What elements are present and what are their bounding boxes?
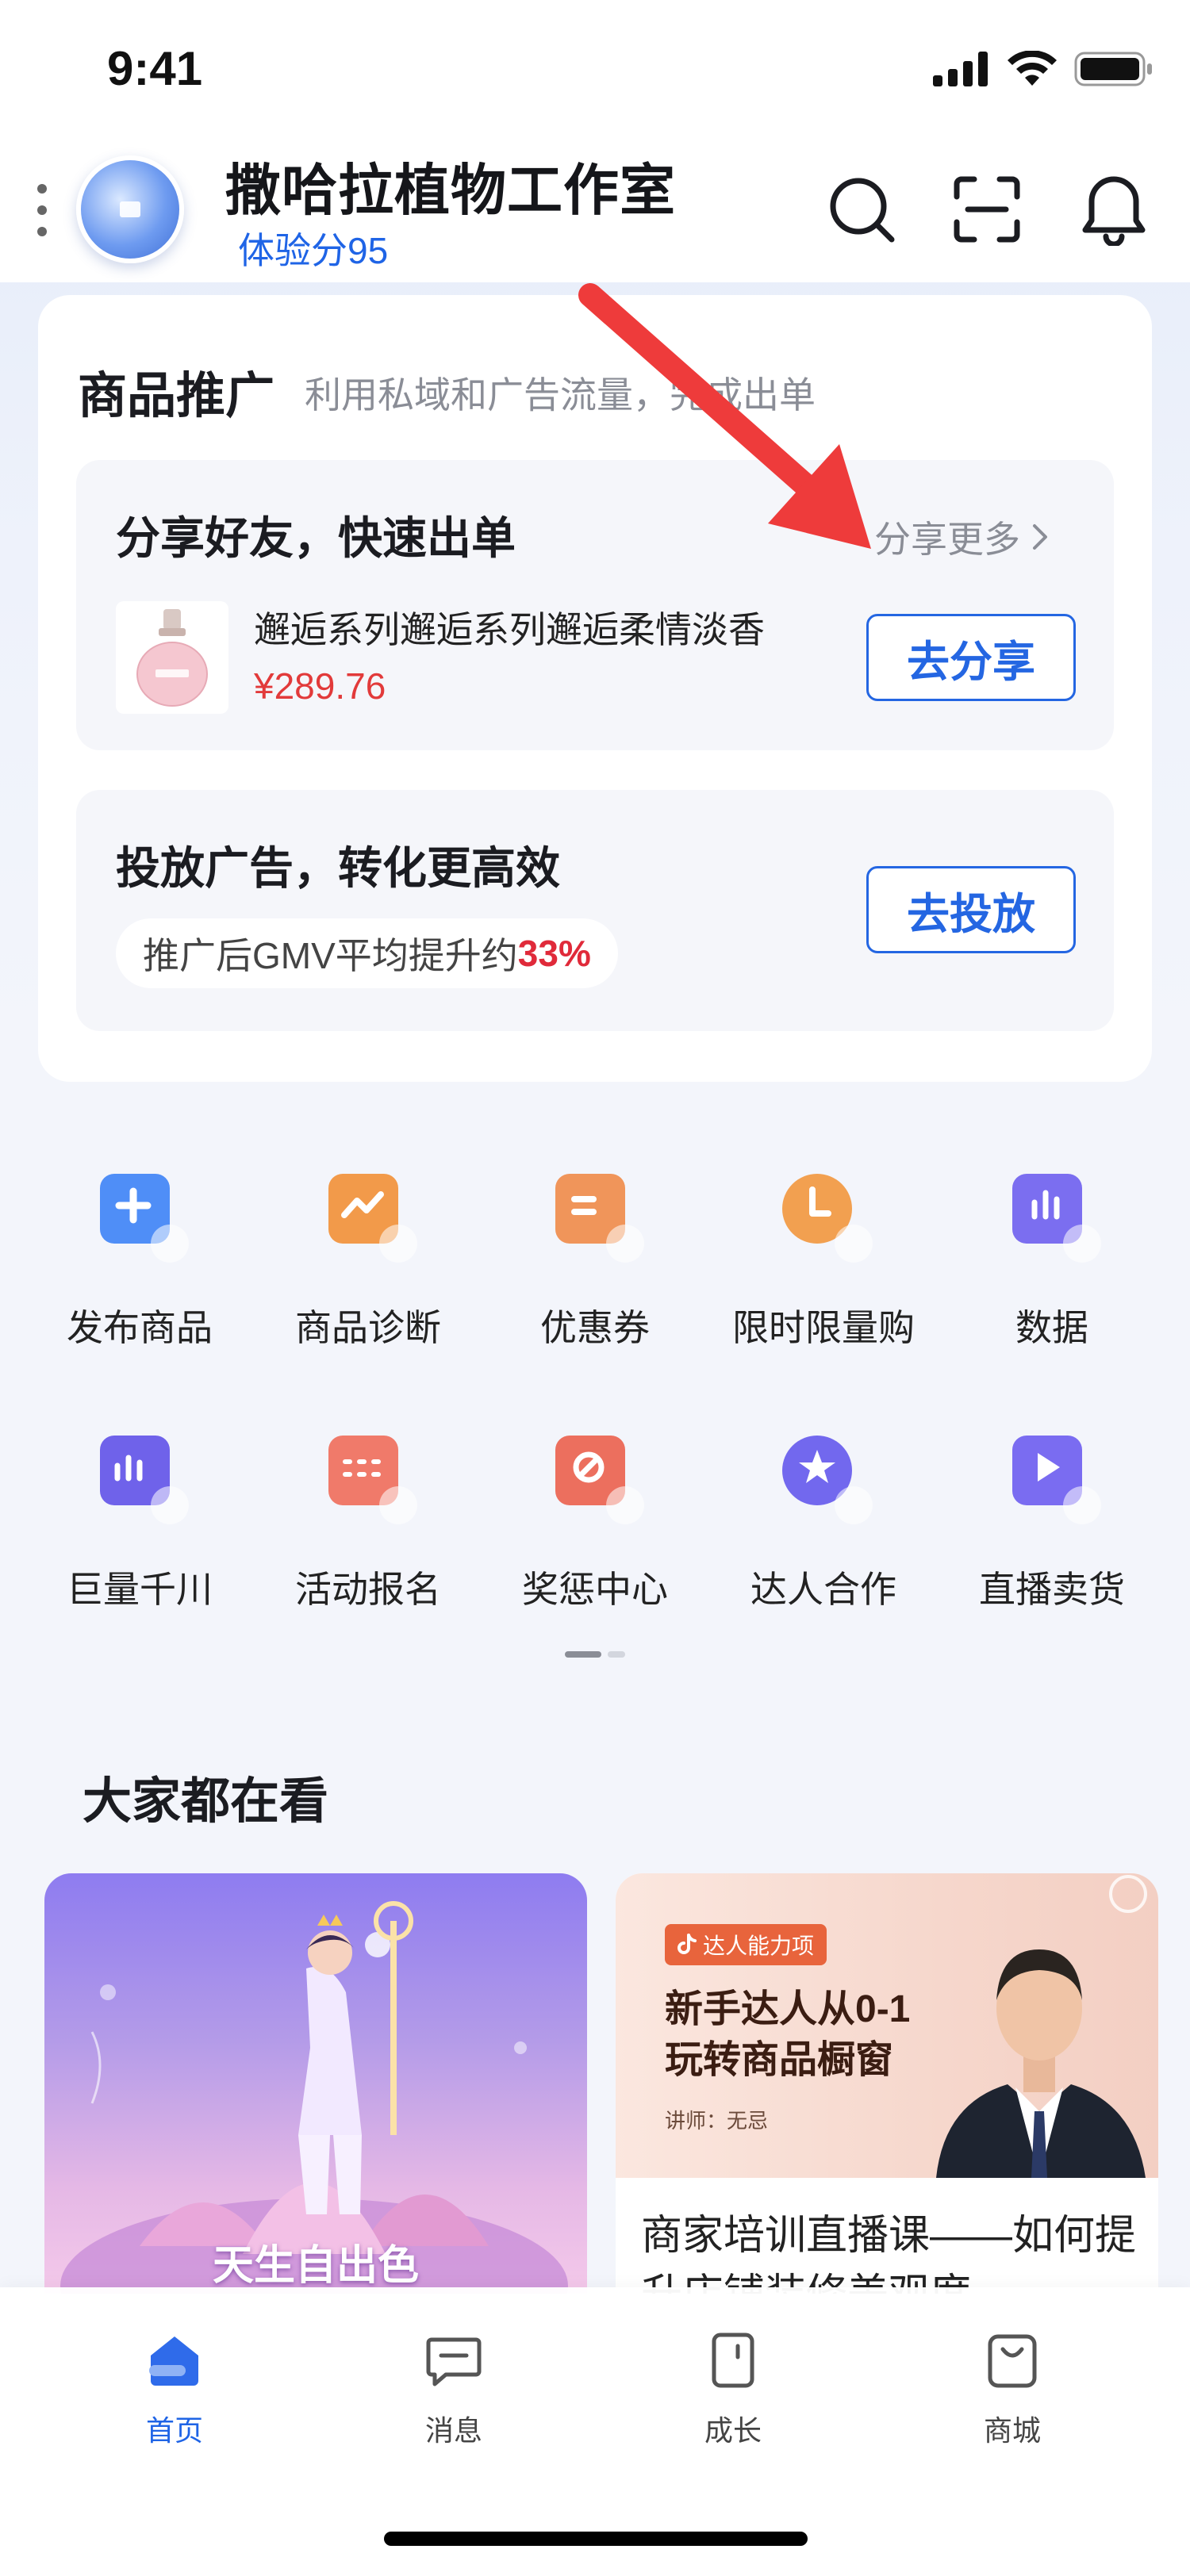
tool-label: 数据	[1015, 1307, 1088, 1348]
course-tag: 达人能力项	[665, 1924, 827, 1965]
course-lecturer: 讲师：无忌	[665, 2109, 769, 2133]
tools-pager	[565, 1651, 625, 1658]
status-bar: 9:41	[0, 0, 1190, 140]
tool-diagnosis[interactable]: 商品诊断	[273, 1158, 463, 1364]
tool-label: 巨量千川	[67, 1569, 213, 1610]
gmv-boost-pill: 推广后GMV平均提升约 33%	[116, 918, 618, 988]
tab-home[interactable]: 首页	[95, 2329, 254, 2449]
tool-qianchuan[interactable]: 巨量千川	[44, 1420, 235, 1626]
timer-icon	[782, 1174, 873, 1263]
pager-dot-active	[565, 1651, 601, 1658]
course-headline-line1: 新手达人从0-1	[665, 1988, 911, 2030]
home-indicator[interactable]	[384, 2532, 808, 2546]
feed-card-campaign[interactable]: 天生自出色	[44, 1873, 587, 2294]
diagnosis-icon	[328, 1174, 417, 1263]
tab-mall[interactable]: 商城	[933, 2329, 1092, 2449]
status-icons	[933, 51, 1154, 87]
advertise-button[interactable]: 去投放	[866, 866, 1076, 953]
product-image[interactable]	[116, 601, 228, 714]
tool-add-product[interactable]: 发布商品	[44, 1158, 235, 1364]
tool-timer[interactable]: 限时限量购	[728, 1158, 919, 1364]
data-chart-icon	[1012, 1174, 1101, 1263]
gmv-boost-percent: 33%	[517, 933, 591, 974]
product-price: ¥289.76	[254, 665, 386, 707]
wifi-icon	[1008, 51, 1057, 86]
tool-coupon[interactable]: 优惠券	[500, 1158, 690, 1364]
feed-section-title: 大家都在看	[83, 1774, 329, 1829]
activity-signup-icon	[328, 1436, 417, 1524]
influencer-star-icon	[782, 1436, 873, 1524]
perfume-bottle-icon	[136, 609, 208, 707]
course-tag-label: 达人能力项	[703, 1934, 815, 1958]
notification-bell-icon[interactable]	[1077, 173, 1150, 246]
tab-growth-label: 成长	[704, 2414, 762, 2447]
tool-reward-penalty[interactable]: 奖惩中心	[500, 1420, 690, 1626]
share-title: 分享好友，快速出单	[116, 513, 516, 563]
shop-logo	[120, 201, 140, 217]
tool-data-chart[interactable]: 数据	[957, 1158, 1147, 1364]
search-icon[interactable]	[825, 173, 898, 246]
tool-label: 奖惩中心	[522, 1569, 668, 1610]
qianchuan-icon	[100, 1436, 189, 1524]
share-more-label: 分享更多	[874, 519, 1020, 560]
tool-label: 商品诊断	[295, 1307, 441, 1348]
experience-score[interactable]: 体验分95	[238, 222, 388, 274]
tool-activity-signup[interactable]: 活动报名	[273, 1420, 463, 1626]
douyin-note-icon	[678, 1934, 697, 1954]
course-headline: 新手达人从0-1 玩转商品橱窗	[665, 1984, 910, 2086]
tool-label: 达人合作	[750, 1569, 896, 1610]
tab-growth[interactable]: 成长	[654, 2329, 812, 2449]
gmv-boost-text: 推广后GMV平均提升约	[143, 935, 518, 976]
growth-icon	[712, 2333, 754, 2388]
chevron-right-icon	[1033, 524, 1047, 550]
live-play-icon	[1012, 1436, 1101, 1524]
mall-bag-icon	[988, 2334, 1037, 2388]
tool-label: 直播卖货	[979, 1569, 1125, 1610]
reward-penalty-icon	[555, 1436, 644, 1524]
promo-title: 商品推广	[78, 369, 275, 424]
tool-label: 限时限量购	[732, 1307, 915, 1348]
tab-messages[interactable]: 消息	[374, 2329, 533, 2449]
status-time: 9:41	[107, 42, 203, 95]
home-icon	[149, 2336, 198, 2386]
add-product-icon	[100, 1174, 189, 1263]
course-description: 商家培训直播课——如何提升店铺装修美观度	[641, 2213, 1137, 2294]
shop-name[interactable]: 撒哈拉植物工作室	[225, 146, 676, 226]
pager-dot	[608, 1651, 625, 1658]
battery-icon	[1074, 52, 1152, 86]
campaign-caption: 天生自出色	[212, 2243, 419, 2289]
tab-home-label: 首页	[145, 2414, 203, 2447]
lecturer-portrait	[936, 1875, 1147, 2178]
promo-subtitle: 利用私域和广告流量，完成出单	[305, 374, 816, 416]
coupon-icon	[555, 1174, 644, 1263]
message-icon	[426, 2337, 482, 2386]
signal-icon	[933, 52, 988, 86]
tool-influencer-star[interactable]: 达人合作	[728, 1420, 919, 1626]
scan-icon[interactable]	[950, 173, 1023, 246]
more-menu-icon[interactable]	[36, 184, 48, 236]
tab-messages-label: 消息	[424, 2414, 482, 2447]
campaign-illustration	[60, 1901, 568, 2294]
tool-live-play[interactable]: 直播卖货	[957, 1420, 1147, 1626]
course-banner: 达人能力项 新手达人从0-1 玩转商品橱窗 讲师：无忌	[616, 1873, 1158, 2178]
share-more-link[interactable]: 分享更多	[874, 511, 1049, 563]
ad-title: 投放广告，转化更高效	[116, 843, 560, 893]
tool-label: 优惠券	[540, 1307, 650, 1348]
course-headline-line2: 玩转商品橱窗	[665, 2039, 894, 2081]
tool-label: 发布商品	[67, 1307, 213, 1348]
product-name[interactable]: 邂逅系列邂逅系列邂逅柔情淡香	[254, 601, 765, 654]
shop-avatar[interactable]	[76, 155, 184, 263]
tab-mall-label: 商城	[983, 2414, 1041, 2447]
tool-label: 活动报名	[295, 1569, 441, 1610]
share-button[interactable]: 去分享	[866, 614, 1076, 701]
feed-card-course[interactable]: 达人能力项 新手达人从0-1 玩转商品橱窗 讲师：无忌 商家培训直播课——如何提…	[616, 1873, 1158, 2294]
